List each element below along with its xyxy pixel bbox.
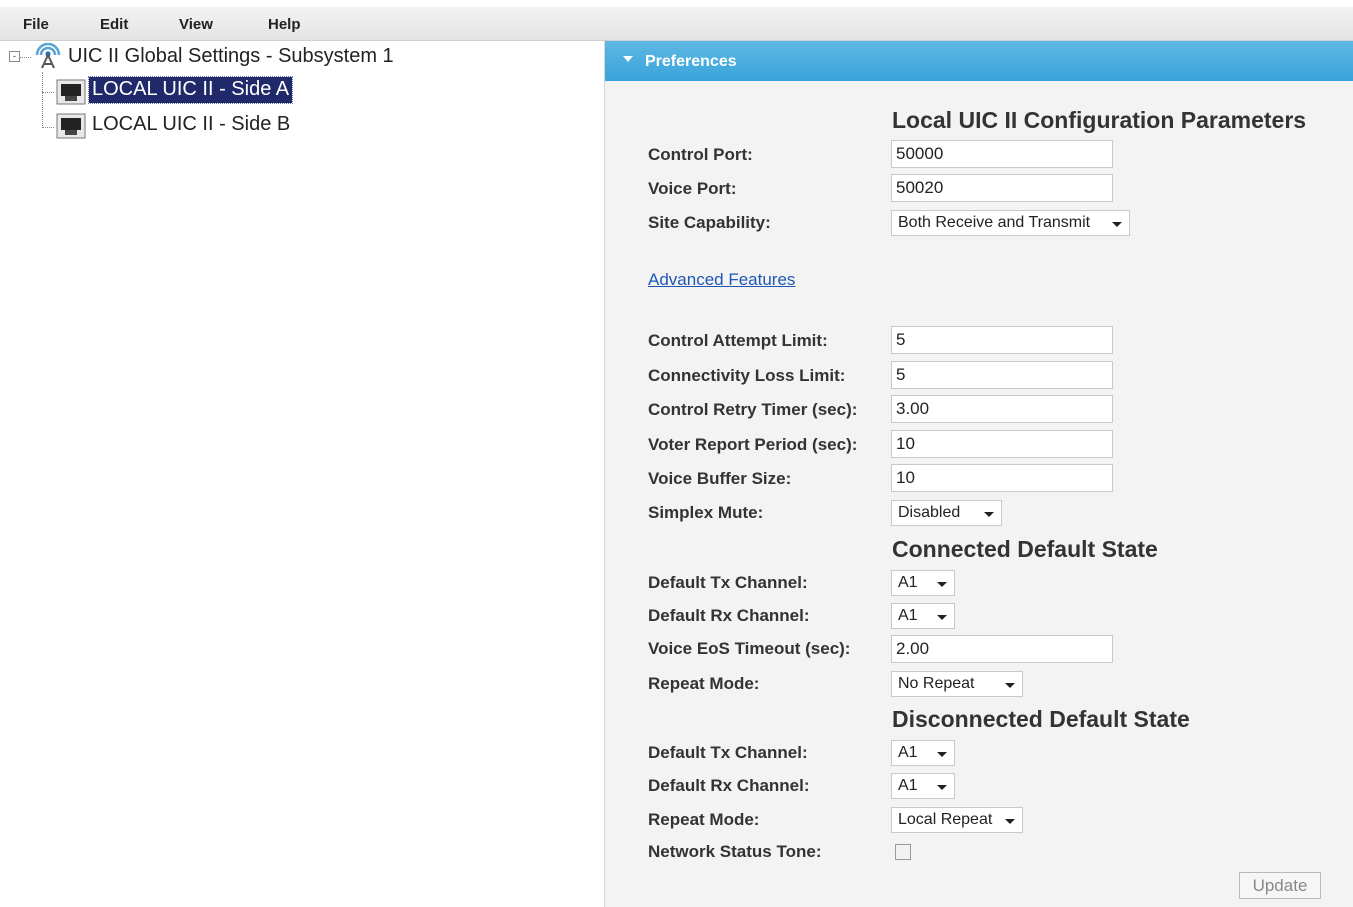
radio-tower-icon bbox=[35, 43, 61, 69]
voice-eos-timeout-input[interactable] bbox=[891, 635, 1113, 663]
site-capability-label: Site Capability: bbox=[648, 213, 771, 232]
connectivity-loss-limit-label: Connectivity Loss Limit: bbox=[648, 366, 846, 385]
update-button[interactable]: Update bbox=[1239, 872, 1321, 899]
tree-node-side-b[interactable]: LOCAL UIC II - Side B bbox=[92, 113, 290, 136]
control-attempt-limit-input[interactable] bbox=[891, 326, 1113, 354]
tree-node-side-a[interactable]: LOCAL UIC II - Side A bbox=[87, 76, 294, 104]
disconnected-tx-channel-value: A1 bbox=[898, 744, 918, 761]
menu-file[interactable]: File bbox=[23, 16, 49, 33]
preferences-panel: Preferences Local UIC II Configuration P… bbox=[604, 41, 1353, 907]
local-config-title: Local UIC II Configuration Parameters bbox=[892, 107, 1307, 133]
control-retry-timer-label: Control Retry Timer (sec): bbox=[648, 400, 858, 419]
site-capability-value: Both Receive and Transmit bbox=[898, 214, 1091, 231]
disconnected-rx-channel-select[interactable]: A1 bbox=[891, 773, 955, 799]
simplex-mute-label: Simplex Mute: bbox=[648, 503, 764, 522]
tree-connector bbox=[42, 92, 54, 93]
connected-tx-channel-value: A1 bbox=[898, 574, 918, 591]
dropdown-arrow-icon bbox=[937, 785, 947, 790]
preferences-title: Preferences bbox=[645, 53, 737, 70]
disconnected-tx-channel-select[interactable]: A1 bbox=[891, 740, 955, 766]
dropdown-arrow-icon bbox=[1005, 819, 1015, 824]
voice-buffer-size-label: Voice Buffer Size: bbox=[648, 469, 792, 488]
window-top-edge bbox=[0, 0, 1353, 7]
disconnected-rx-channel-label: Default Rx Channel: bbox=[648, 776, 810, 795]
disconnected-rx-channel-value: A1 bbox=[898, 777, 918, 794]
connected-repeat-mode-select[interactable]: No Repeat bbox=[891, 671, 1023, 697]
voice-port-input[interactable] bbox=[891, 174, 1113, 202]
dropdown-arrow-icon bbox=[937, 615, 947, 620]
network-status-tone-checkbox[interactable] bbox=[895, 844, 911, 860]
connected-tx-channel-label: Default Tx Channel: bbox=[648, 573, 808, 592]
menu-edit[interactable]: Edit bbox=[100, 16, 128, 33]
connectivity-loss-limit-input[interactable] bbox=[891, 361, 1113, 389]
connected-state-title: Connected Default State bbox=[892, 536, 1158, 562]
voice-port-label: Voice Port: bbox=[648, 179, 737, 198]
disconnected-tx-channel-label: Default Tx Channel: bbox=[648, 743, 808, 762]
voter-report-period-input[interactable] bbox=[891, 430, 1113, 458]
network-status-tone-label: Network Status Tone: bbox=[648, 842, 822, 861]
dropdown-arrow-icon bbox=[984, 512, 994, 517]
voter-report-period-label: Voter Report Period (sec): bbox=[648, 435, 858, 454]
control-retry-timer-input[interactable] bbox=[891, 395, 1113, 423]
disconnected-repeat-mode-label: Repeat Mode: bbox=[648, 810, 760, 829]
connected-rx-channel-select[interactable]: A1 bbox=[891, 603, 955, 629]
tree-root-label[interactable]: UIC II Global Settings - Subsystem 1 bbox=[68, 45, 394, 68]
control-port-label: Control Port: bbox=[648, 145, 753, 164]
control-attempt-limit-label: Control Attempt Limit: bbox=[648, 331, 828, 350]
connected-rx-channel-label: Default Rx Channel: bbox=[648, 606, 810, 625]
control-port-input[interactable] bbox=[891, 140, 1113, 168]
connected-repeat-mode-label: Repeat Mode: bbox=[648, 674, 760, 693]
disconnected-repeat-mode-select[interactable]: Local Repeat bbox=[891, 807, 1023, 833]
menu-bar: File Edit View Help bbox=[0, 0, 1353, 41]
menu-help[interactable]: Help bbox=[268, 16, 301, 33]
disconnected-state-title: Disconnected Default State bbox=[892, 706, 1190, 732]
disconnected-repeat-mode-value: Local Repeat bbox=[898, 811, 993, 828]
dropdown-arrow-icon bbox=[937, 582, 947, 587]
connected-tx-channel-select[interactable]: A1 bbox=[891, 570, 955, 596]
device-icon bbox=[56, 113, 86, 139]
simplex-mute-select[interactable]: Disabled bbox=[891, 500, 1002, 526]
collapse-caret-icon[interactable] bbox=[623, 56, 633, 62]
site-capability-select[interactable]: Both Receive and Transmit bbox=[891, 210, 1130, 236]
tree-branch-line bbox=[42, 72, 43, 128]
tree-connector bbox=[19, 57, 31, 58]
device-icon bbox=[56, 79, 86, 105]
dropdown-arrow-icon bbox=[1112, 222, 1122, 227]
connected-rx-channel-value: A1 bbox=[898, 607, 918, 624]
dropdown-arrow-icon bbox=[1005, 683, 1015, 688]
voice-buffer-size-input[interactable] bbox=[891, 464, 1113, 492]
dropdown-arrow-icon bbox=[937, 752, 947, 757]
simplex-mute-value: Disabled bbox=[898, 504, 961, 521]
voice-eos-timeout-label: Voice EoS Timeout (sec): bbox=[648, 639, 851, 658]
connected-repeat-mode-value: No Repeat bbox=[898, 675, 975, 692]
tree-connector bbox=[42, 127, 54, 128]
menu-view[interactable]: View bbox=[179, 16, 213, 33]
preferences-header[interactable]: Preferences bbox=[605, 41, 1353, 81]
advanced-features-link[interactable]: Advanced Features bbox=[648, 270, 795, 290]
